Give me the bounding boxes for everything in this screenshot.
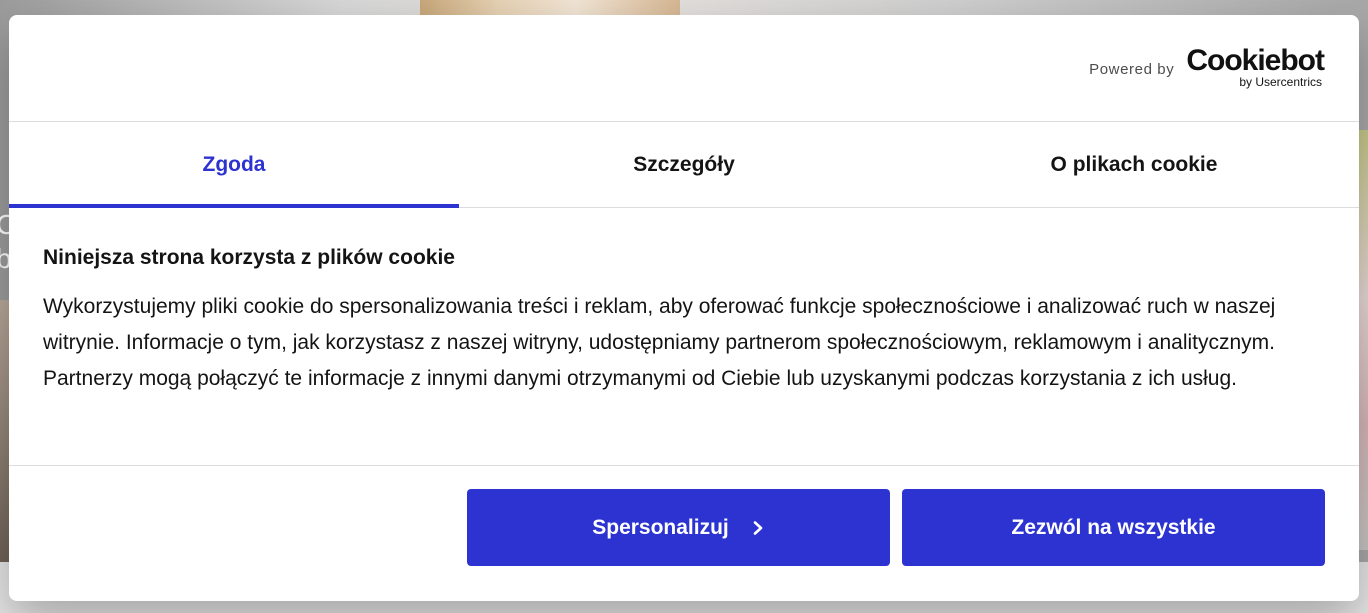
consent-body: Niniejsza strona korzysta z plików cooki… xyxy=(9,208,1359,466)
personalize-button[interactable]: Spersonalizuj xyxy=(467,489,890,566)
dialog-header: Powered by Cookiebot by Usercentrics xyxy=(9,15,1359,122)
consent-description: Wykorzystujemy pliki cookie do spersonal… xyxy=(43,295,1276,390)
tab-szczegoly[interactable]: Szczegóły xyxy=(459,122,909,207)
allow-all-button-label: Zezwól na wszystkie xyxy=(1011,515,1216,539)
cookiebot-logo: Cookiebot by Usercentrics xyxy=(1186,44,1325,89)
tab-o-plikach-cookie[interactable]: O plikach cookie xyxy=(909,122,1359,207)
consent-title: Niniejsza strona korzysta z plików cooki… xyxy=(43,246,455,269)
powered-by-label: Powered by xyxy=(1089,61,1175,78)
cookie-consent-dialog: Powered by Cookiebot by Usercentrics Zgo… xyxy=(9,15,1359,601)
background-photo-detail xyxy=(420,0,680,16)
allow-all-button[interactable]: Zezwól na wszystkie xyxy=(902,489,1325,566)
chevron-right-icon xyxy=(753,520,763,535)
powered-by-cookiebot[interactable]: Powered by Cookiebot by Usercentrics xyxy=(1089,44,1325,89)
dialog-footer: Spersonalizuj Zezwól na wszystkie xyxy=(9,466,1359,601)
consent-tabs: Zgoda Szczegóły O plikach cookie xyxy=(9,122,1359,208)
cookiebot-logo-word: Cookiebot xyxy=(1186,44,1325,77)
tab-zgoda[interactable]: Zgoda xyxy=(9,122,459,208)
personalize-button-label: Spersonalizuj xyxy=(592,515,729,539)
cookiebot-logo-sub: by Usercentrics xyxy=(1239,75,1322,89)
